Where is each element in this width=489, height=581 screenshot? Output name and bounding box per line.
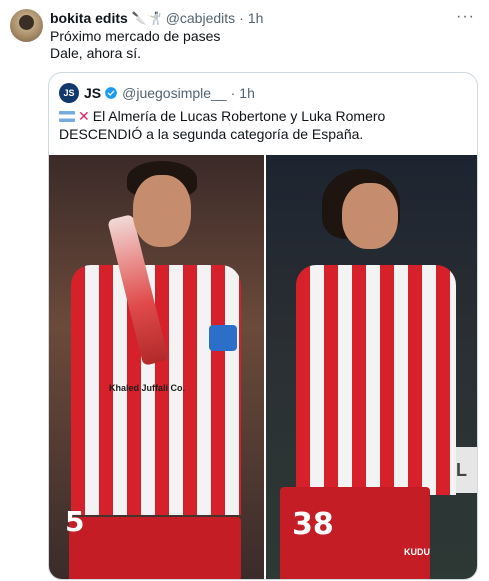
tweet-header: bokita edits 🔪🤺 @cabjedits · 1h [50, 8, 263, 28]
right-sponsor: KUDU [404, 547, 430, 557]
quoted-author-handle[interactable]: @juegosimple__ [122, 85, 227, 101]
left-player-head [133, 175, 191, 247]
author-avatar[interactable] [10, 9, 43, 42]
left-player-shorts [69, 517, 241, 579]
right-player-head [342, 183, 398, 249]
tweet-line-2: Dale, ahora sí. [50, 45, 142, 61]
author-handle[interactable]: @cabjedits [166, 10, 235, 26]
quoted-author-avatar[interactable]: JS [59, 83, 79, 103]
captain-armband [209, 325, 237, 351]
photo-robertone[interactable]: Khaled Juffali Co. 5 [49, 155, 264, 579]
quoted-tweet-text: ✕ El Almería de Lucas Robertone y Luka Ro… [59, 107, 469, 143]
quoted-text-body: El Almería de Lucas Robertone y Luka Rom… [59, 108, 386, 142]
quoted-separator-dot: · [230, 85, 236, 101]
verified-badge-icon [105, 87, 117, 99]
tweet-media[interactable]: Khaled Juffali Co. 5 DE L 38 KUDU [49, 155, 477, 579]
right-player-number: 38 [292, 507, 334, 542]
left-player-number: 5 [65, 505, 85, 538]
author-emoji: 🔪🤺 [131, 11, 162, 25]
tweet-time[interactable]: 1h [248, 10, 264, 26]
more-horizontal-icon[interactable]: ··· [456, 8, 475, 26]
quoted-tweet[interactable]: JS JS @juegosimple__ · 1h ✕ El Almería de… [48, 72, 478, 580]
tweet[interactable]: bokita edits 🔪🤺 @cabjedits · 1h ··· Próx… [0, 0, 489, 581]
quoted-tweet-time[interactable]: 1h [239, 85, 255, 101]
author-name[interactable]: bokita edits [50, 10, 128, 26]
quoted-tweet-header: JS JS @juegosimple__ · 1h [59, 83, 255, 103]
tweet-line-1: Próximo mercado de pases [50, 28, 221, 44]
argentina-flag-icon [59, 111, 75, 122]
tweet-text: Próximo mercado de pases Dale, ahora sí. [50, 28, 220, 62]
separator-dot: · [239, 10, 244, 26]
quoted-author-name[interactable]: JS [84, 85, 101, 101]
photo-romero[interactable]: DE L 38 KUDU [266, 155, 477, 579]
cross-mark-icon: ✕ [78, 108, 90, 124]
left-sponsor: Khaled Juffali Co. [109, 383, 186, 393]
right-player-shirt [296, 265, 456, 495]
